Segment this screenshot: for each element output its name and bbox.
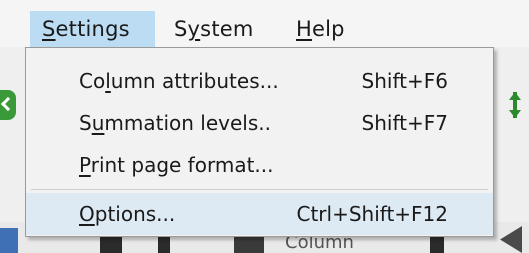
label-post: mmation levels.. xyxy=(104,111,271,135)
expand-arrow-down-icon xyxy=(509,110,521,118)
label-post: rint page format... xyxy=(90,153,274,177)
menu-item-options[interactable]: Options... Ctrl+Shift+F12 xyxy=(26,193,493,235)
label-pre: Co xyxy=(79,69,106,93)
menu-item-print-page-format[interactable]: Print page format... xyxy=(26,145,493,185)
menu-help-mnemonic: H xyxy=(296,17,312,41)
menu-item-label: Column attributes... xyxy=(79,61,279,101)
menu-item-shortcut: Shift+F6 xyxy=(361,69,448,93)
menu-system-mnemonic: y xyxy=(187,17,201,41)
menu-system-pre: S xyxy=(174,17,188,41)
menu-item-summation-levels[interactable]: Summation levels.. Shift+F7 xyxy=(26,103,493,143)
green-expand-arrows-icon[interactable] xyxy=(509,92,521,118)
menu-system[interactable]: System xyxy=(174,11,254,47)
menu-settings[interactable]: Settings xyxy=(30,11,155,47)
menu-settings-mnemonic: S xyxy=(42,17,56,41)
menu-help-post: elp xyxy=(312,17,345,41)
menu-item-label: Print page format... xyxy=(79,145,273,185)
menu-item-label: Summation levels.. xyxy=(79,103,271,143)
green-double-chevron-icon[interactable] xyxy=(0,90,16,120)
menu-separator xyxy=(31,189,488,190)
sap-window: Settings System Help Column Column attri… xyxy=(0,0,529,253)
label-mnemonic: O xyxy=(79,202,95,226)
menu-settings-post: ettings xyxy=(55,17,130,41)
toolbar-icon-1[interactable] xyxy=(100,236,122,253)
label-pre: S xyxy=(79,111,92,135)
menu-item-column-attributes[interactable]: Column attributes... Shift+F6 xyxy=(26,61,493,101)
menu-item-label: Options... xyxy=(79,193,175,235)
layout-icon[interactable] xyxy=(0,228,18,253)
toolbar-icon-2[interactable] xyxy=(158,236,170,253)
menu-bar: Settings System Help xyxy=(0,0,529,47)
menu-item-shortcut: Ctrl+Shift+F12 xyxy=(296,202,448,226)
menu-item-shortcut: Shift+F7 xyxy=(361,111,448,135)
label-mnemonic: P xyxy=(79,153,91,177)
menu-system-post: stem xyxy=(200,17,254,41)
settings-dropdown: Column attributes... Shift+F6 Summation … xyxy=(25,47,494,237)
label-post: umn attributes... xyxy=(110,69,279,93)
label-post: ptions... xyxy=(94,202,176,226)
toolbar-icon-5[interactable] xyxy=(500,226,522,253)
label-mnemonic: u xyxy=(91,111,105,135)
menu-help[interactable]: Help xyxy=(296,11,345,47)
